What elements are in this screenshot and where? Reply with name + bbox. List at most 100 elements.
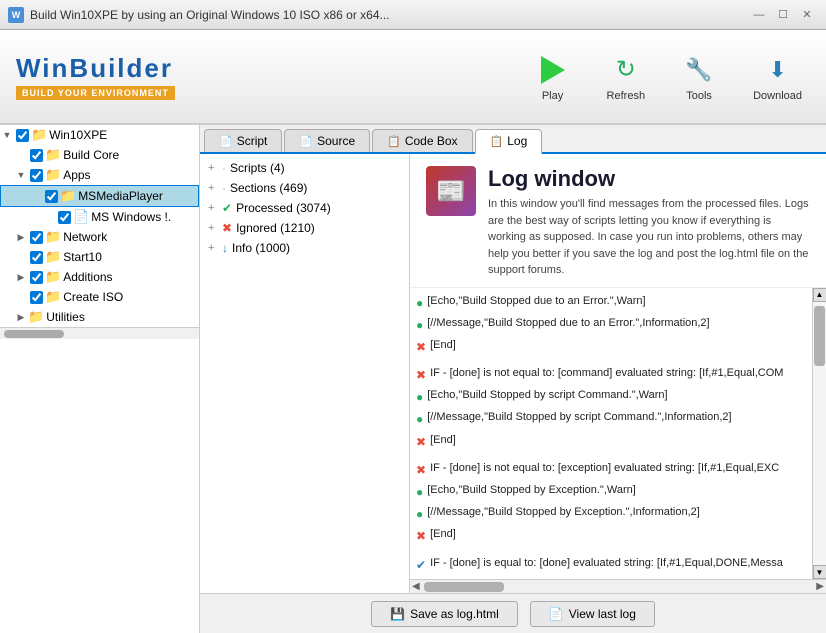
log-line-icon-0: ● bbox=[416, 294, 423, 313]
log-sidebar-expand-sections[interactable]: + bbox=[208, 182, 222, 194]
tab-codebox-label: Code Box bbox=[405, 134, 458, 148]
scroll-up-button[interactable]: ▲ bbox=[813, 288, 826, 302]
log-sidebar-item-sections[interactable]: +·Sections (469) bbox=[200, 178, 409, 198]
tree-label-create-iso: Create ISO bbox=[63, 290, 123, 304]
log-sidebar-label-processed: Processed (3074) bbox=[236, 201, 331, 215]
log-line-4: ✖IF - [done] is not equal to: [command] … bbox=[416, 364, 806, 386]
log-sidebar-expand-processed[interactable]: + bbox=[208, 202, 222, 214]
tree-item-start10[interactable]: 📁Start10 bbox=[0, 247, 199, 267]
log-line-text-7: [End] bbox=[430, 432, 456, 450]
tree-checkbox-build-core[interactable] bbox=[30, 149, 43, 162]
log-sidebar-expand-info[interactable]: + bbox=[208, 242, 222, 254]
download-button[interactable]: ⬇ Download bbox=[745, 48, 810, 106]
log-line-0: ●[Echo,"Build Stopped due to an Error.",… bbox=[416, 292, 806, 314]
scroll-thumb[interactable] bbox=[814, 306, 825, 366]
tree-checkbox-mswindows[interactable] bbox=[58, 211, 71, 224]
tab-script[interactable]: 📄 Script bbox=[204, 129, 282, 152]
script-tab-icon: 📄 bbox=[219, 135, 233, 148]
maximize-button[interactable]: ☐ bbox=[772, 5, 794, 25]
tree-panel: ▼📁Win10XPE 📁Build Core▼📁Apps 📁MSMediaPla… bbox=[0, 125, 200, 633]
tree-icon-apps: 📁 bbox=[45, 167, 61, 183]
scroll-track[interactable] bbox=[813, 302, 826, 566]
play-button[interactable]: Play bbox=[527, 48, 579, 106]
tree-item-apps[interactable]: ▼📁Apps bbox=[0, 165, 199, 185]
tree-checkbox-start10[interactable] bbox=[30, 251, 43, 264]
tree-expand-build-core[interactable] bbox=[14, 148, 28, 162]
tree-expand-network[interactable]: ▶ bbox=[14, 230, 28, 244]
tree-checkbox-network[interactable] bbox=[30, 231, 43, 244]
save-log-label: Save as log.html bbox=[410, 607, 499, 621]
tab-log-label: Log bbox=[507, 134, 527, 148]
log-line-text-1: [//Message,"Build Stopped due to an Erro… bbox=[427, 315, 709, 333]
tree-expand-mswindows[interactable] bbox=[42, 210, 56, 224]
refresh-button[interactable]: ↻ Refresh bbox=[599, 48, 654, 106]
log-line-icon-4: ✖ bbox=[416, 366, 426, 385]
download-icon: ⬇ bbox=[760, 52, 796, 88]
tree-checkbox-win10xpe[interactable] bbox=[16, 129, 29, 142]
log-sidebar-label-scripts: Scripts (4) bbox=[230, 161, 285, 175]
log-content: 📰 Log window In this window you'll find … bbox=[410, 154, 826, 593]
tree-item-utilities[interactable]: ▶📁Utilities bbox=[0, 307, 199, 327]
refresh-icon: ↻ bbox=[608, 52, 644, 88]
tree-expand-create-iso[interactable] bbox=[14, 290, 28, 304]
tree-item-build-core[interactable]: 📁Build Core bbox=[0, 145, 199, 165]
tree-icon-start10: 📁 bbox=[45, 249, 61, 265]
save-log-button[interactable]: 💾 Save as log.html bbox=[371, 601, 518, 627]
main-area: ▼📁Win10XPE 📁Build Core▼📁Apps 📁MSMediaPla… bbox=[0, 125, 826, 633]
tree-item-msmediaplayer[interactable]: 📁MSMediaPlayer bbox=[0, 185, 199, 207]
tree-icon-network: 📁 bbox=[45, 229, 61, 245]
log-line-icon-6: ● bbox=[416, 410, 423, 429]
tree-item-win10xpe[interactable]: ▼📁Win10XPE bbox=[0, 125, 199, 145]
refresh-label: Refresh bbox=[607, 90, 646, 102]
tree-expand-utilities[interactable]: ▶ bbox=[14, 310, 28, 324]
tree-expand-apps[interactable]: ▼ bbox=[14, 168, 28, 182]
tab-codebox[interactable]: 📋 Code Box bbox=[372, 129, 472, 152]
tab-log[interactable]: 📋 Log bbox=[475, 129, 543, 154]
log-sidebar-item-ignored[interactable]: +✖Ignored (1210) bbox=[200, 218, 409, 238]
tree-item-additions[interactable]: ▶📁Additions bbox=[0, 267, 199, 287]
tree-expand-start10[interactable] bbox=[14, 250, 28, 264]
log-line-text-12: [End] bbox=[430, 526, 456, 544]
tree-label-additions: Additions bbox=[63, 270, 112, 284]
tree-label-mswindows: MS Windows !. bbox=[91, 210, 171, 224]
tree-checkbox-msmediaplayer[interactable] bbox=[45, 190, 58, 203]
log-line-icon-9: ✖ bbox=[416, 461, 426, 480]
tab-source[interactable]: 📄 Source bbox=[284, 129, 370, 152]
log-line-icon-14: ✔ bbox=[416, 556, 426, 575]
log-sidebar-item-info[interactable]: +↓Info (1000) bbox=[200, 238, 409, 258]
tree-checkbox-create-iso[interactable] bbox=[30, 291, 43, 304]
tools-button[interactable]: 🔧 Tools bbox=[673, 48, 725, 106]
tab-script-label: Script bbox=[237, 134, 268, 148]
log-line-10: ●[Echo,"Build Stopped by Exception.",War… bbox=[416, 481, 806, 503]
right-panel: 📄 Script 📄 Source 📋 Code Box 📋 Log +·Scr… bbox=[200, 125, 826, 633]
log-line-text-5: [Echo,"Build Stopped by script Command."… bbox=[427, 387, 667, 405]
log-sidebar-expand-ignored[interactable]: + bbox=[208, 222, 222, 234]
h-scroll-thumb[interactable] bbox=[424, 582, 504, 592]
minimize-button[interactable]: — bbox=[748, 5, 770, 25]
tree-expand-win10xpe[interactable]: ▼ bbox=[0, 128, 14, 142]
log-line-11: ●[//Message,"Build Stopped by Exception.… bbox=[416, 503, 806, 525]
log-sidebar-icon-processed: ✔ bbox=[222, 201, 232, 215]
tree-item-create-iso[interactable]: 📁Create ISO bbox=[0, 287, 199, 307]
tree-container: ▼📁Win10XPE 📁Build Core▼📁Apps 📁MSMediaPla… bbox=[0, 125, 199, 327]
log-sidebar-label-ignored: Ignored (1210) bbox=[236, 221, 315, 235]
view-log-icon: 📄 bbox=[549, 607, 564, 621]
log-line-1: ●[//Message,"Build Stopped due to an Err… bbox=[416, 314, 806, 336]
tree-item-network[interactable]: ▶📁Network bbox=[0, 227, 199, 247]
tree-checkbox-additions[interactable] bbox=[30, 271, 43, 284]
tree-expand-msmediaplayer[interactable] bbox=[29, 189, 43, 203]
log-sidebar-item-scripts[interactable]: +·Scripts (4) bbox=[200, 158, 409, 178]
tree-label-utilities: Utilities bbox=[46, 310, 85, 324]
log-sidebar-icon-sections: · bbox=[222, 181, 226, 195]
tree-checkbox-apps[interactable] bbox=[30, 169, 43, 182]
tree-item-mswindows[interactable]: 📄MS Windows !. bbox=[0, 207, 199, 227]
log-sidebar-item-processed[interactable]: +✔ Processed (3074) bbox=[200, 198, 409, 218]
tree-horizontal-scrollbar[interactable] bbox=[0, 327, 199, 339]
close-button[interactable]: ✕ bbox=[796, 5, 818, 25]
log-sidebar-expand-scripts[interactable]: + bbox=[208, 162, 222, 174]
view-log-button[interactable]: 📄 View last log bbox=[530, 601, 655, 627]
scroll-down-button[interactable]: ▼ bbox=[813, 565, 826, 579]
log-horizontal-scrollbar[interactable]: ◀ ▶ bbox=[410, 579, 826, 593]
log-vertical-scrollbar[interactable]: ▲ ▼ bbox=[812, 288, 826, 580]
tree-expand-additions[interactable]: ▶ bbox=[14, 270, 28, 284]
